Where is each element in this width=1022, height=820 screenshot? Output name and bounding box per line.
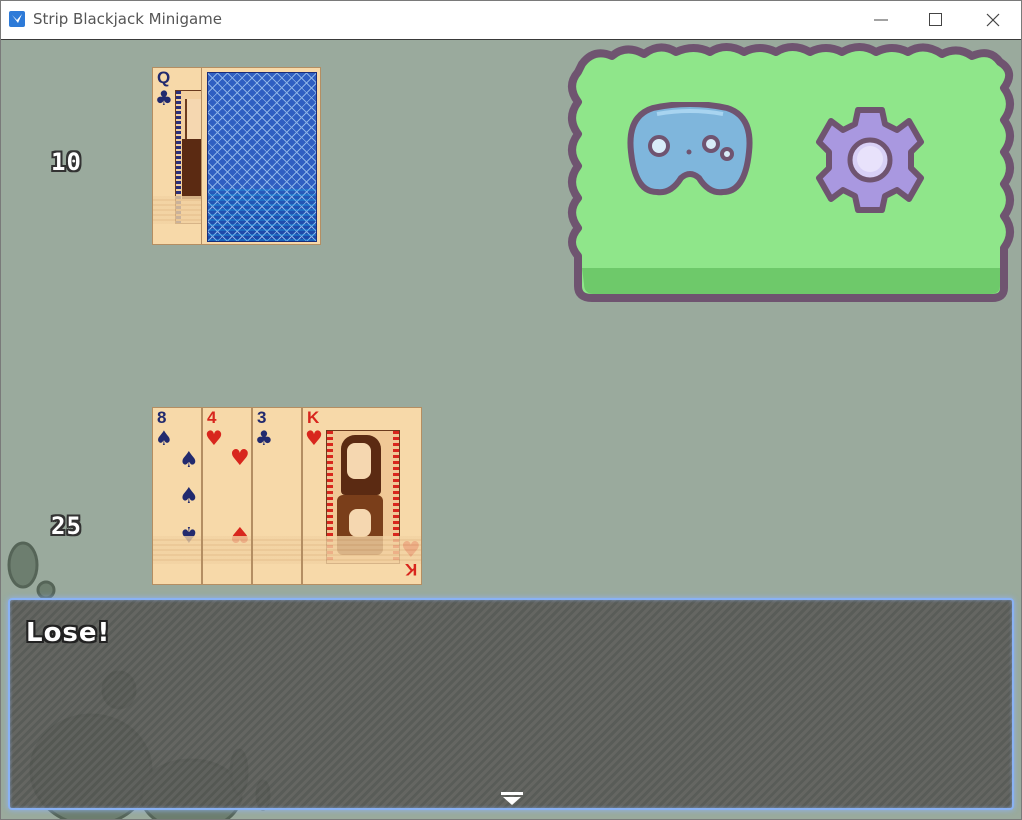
card-rank: 4 (207, 408, 217, 427)
card-stripes (203, 536, 251, 564)
player-score: 25 (51, 512, 82, 540)
card-stripes (253, 536, 301, 564)
spade-icon: ♠ (155, 426, 173, 450)
message-box[interactable]: Lose! (8, 598, 1014, 810)
game-window: Strip Blackjack Minigame 10 Q ♣ 25 8 ♠ ♠… (0, 0, 1022, 820)
spade-icon: ♠ (179, 448, 199, 473)
heart-icon: ♥ (305, 426, 323, 450)
app-icon (9, 11, 25, 27)
title-bar: Strip Blackjack Minigame (1, 1, 1021, 40)
player-card-3-clubs: 3 ♣ (252, 407, 302, 585)
gamepad-icon (627, 101, 753, 196)
card-stripes (153, 196, 201, 224)
heart-icon: ♥ (230, 446, 250, 471)
close-icon (986, 13, 1000, 27)
dealer-score: 10 (51, 148, 82, 176)
club-icon: ♣ (155, 86, 173, 110)
card-rank: 8 (157, 408, 167, 427)
maximize-icon (929, 13, 942, 26)
dealer-card-queen-clubs: Q ♣ (152, 67, 202, 245)
settings-button[interactable] (815, 104, 925, 224)
player-card-4-hearts: 4 ♥ ♥ ♥ (202, 407, 252, 585)
spade-icon: ♠ (179, 484, 199, 509)
card-rank: 3 (257, 408, 267, 427)
card-stripes (153, 536, 201, 564)
close-button[interactable] (964, 1, 1021, 39)
player-card-8-spades: 8 ♠ ♠ ♠ ♠ (152, 407, 202, 585)
game-canvas[interactable]: 10 Q ♣ 25 8 ♠ ♠ ♠ ♠ 4 ♥ ♥ ♥ 3 ♣ K ♥ K Lo… (1, 40, 1021, 819)
window-title: Strip Blackjack Minigame (33, 10, 223, 28)
club-icon: ♣ (255, 426, 273, 450)
minimize-icon (874, 19, 888, 21)
card-stripes (303, 536, 421, 564)
card-back-pattern (207, 72, 317, 242)
message-text: Lose! (26, 618, 111, 648)
card-rank: K (307, 408, 320, 427)
card-rank: Q (157, 68, 171, 87)
continue-arrow-icon[interactable] (501, 792, 523, 806)
gamepad-button[interactable] (627, 101, 753, 206)
player-card-king-hearts: K ♥ ♥ K (302, 407, 422, 585)
minimize-button[interactable] (852, 1, 910, 39)
dealer-card-facedown (201, 67, 321, 245)
heart-icon: ♥ (205, 426, 223, 450)
gear-icon (816, 107, 924, 213)
maximize-button[interactable] (907, 1, 965, 39)
